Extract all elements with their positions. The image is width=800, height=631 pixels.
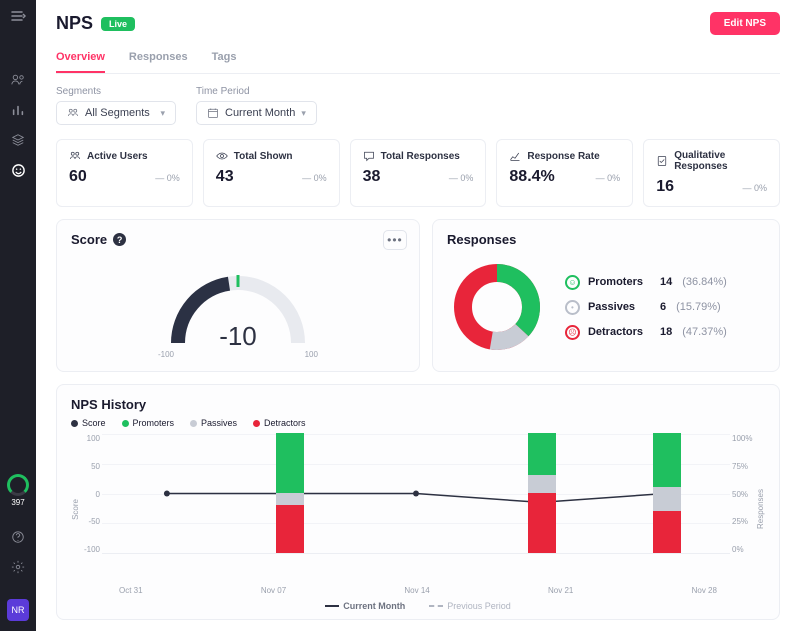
doc-check-icon xyxy=(656,155,668,167)
y-left-label: Score xyxy=(71,499,80,520)
help-icon[interactable] xyxy=(10,529,26,545)
gauge-max: 100 xyxy=(305,350,318,359)
tab-overview[interactable]: Overview xyxy=(56,45,105,73)
kpi-delta: — 0% xyxy=(596,173,621,183)
responses-title: Responses xyxy=(447,232,516,247)
more-options-button[interactable]: ••• xyxy=(383,230,407,250)
chart-icon xyxy=(509,150,521,162)
page-header: NPS Live Edit NPS xyxy=(56,12,780,35)
kpi-active-users: Active Users 60— 0% xyxy=(56,139,193,207)
score-line xyxy=(102,434,730,553)
period-legend: Current Month Previous Period xyxy=(71,601,765,611)
x-tick: Nov 28 xyxy=(692,586,717,595)
chat-icon xyxy=(363,150,375,162)
bar-group xyxy=(528,433,556,553)
neutral-icon: • xyxy=(565,300,580,315)
x-tick: Nov 07 xyxy=(261,586,286,595)
x-tick: Nov 14 xyxy=(404,586,429,595)
kpi-value: 43 xyxy=(216,168,234,186)
kpi-value: 60 xyxy=(69,168,87,186)
kpi-delta: — 0% xyxy=(302,173,327,183)
gauge-min: -100 xyxy=(158,350,174,359)
legend-detractors: ☹ Detractors 18 (47.37%) xyxy=(565,325,727,340)
layers-nav-icon[interactable] xyxy=(10,132,26,148)
score-panel: Score? ••• -10 -100 100 xyxy=(56,219,420,372)
y-right-axis: 100%75%50%25%0% xyxy=(730,434,756,554)
kpi-row: Active Users 60— 0% Total Shown 43— 0% T… xyxy=(56,139,780,207)
kpi-value: 16 xyxy=(656,178,674,196)
kpi-value: 38 xyxy=(363,168,381,186)
eye-icon xyxy=(216,150,228,162)
segments-label: Segments xyxy=(56,86,176,97)
edit-nps-button[interactable]: Edit NPS xyxy=(710,12,780,35)
kpi-total-responses: Total Responses 38— 0% xyxy=(350,139,487,207)
kpi-value: 88.4% xyxy=(509,168,554,186)
legend-passives: • Passives 6 (15.79%) xyxy=(565,300,727,315)
time-period-value: Current Month xyxy=(225,107,295,119)
users-icon xyxy=(69,150,81,162)
kpi-qualitative-responses: Qualitative Responses 16— 0% xyxy=(643,139,780,207)
history-legend: Score Promoters Passives Detractors xyxy=(71,418,765,428)
calendar-icon xyxy=(207,107,219,119)
kpi-delta: — 0% xyxy=(742,183,767,193)
score-title: Score xyxy=(71,232,107,247)
score-value: -10 xyxy=(219,321,257,352)
nps-nav-icon[interactable] xyxy=(10,162,26,178)
time-period-label: Time Period xyxy=(196,86,317,97)
settings-icon[interactable] xyxy=(10,559,26,575)
x-axis-labels: Oct 31 Nov 07 Nov 14 Nov 21 Nov 28 xyxy=(95,584,741,595)
y-right-label: Responses xyxy=(756,489,765,529)
main-content: NPS Live Edit NPS Overview Responses Tag… xyxy=(36,0,800,631)
sidebar: 397 NR xyxy=(0,0,36,631)
x-tick: Nov 21 xyxy=(548,586,573,595)
donut-chart xyxy=(447,257,547,357)
analytics-nav-icon[interactable] xyxy=(10,102,26,118)
tab-responses[interactable]: Responses xyxy=(129,45,188,73)
chevron-down-icon: ▾ xyxy=(301,108,306,119)
smile-icon: ☺ xyxy=(565,275,580,290)
progress-ring[interactable]: 397 xyxy=(7,474,29,507)
user-badge[interactable]: NR xyxy=(7,599,29,621)
kpi-delta: — 0% xyxy=(155,173,180,183)
segment-icon xyxy=(67,107,79,119)
status-badge: Live xyxy=(101,17,135,31)
history-title: NPS History xyxy=(71,397,765,412)
filters-row: Segments All Segments ▾ Time Period Curr… xyxy=(56,86,780,125)
legend-promoters: ☺ Promoters 14 (36.84%) xyxy=(565,275,727,290)
y-left-axis: 100500-50-100 xyxy=(80,434,102,554)
segments-dropdown[interactable]: All Segments ▾ xyxy=(56,101,176,125)
frown-icon: ☹ xyxy=(565,325,580,340)
kpi-total-shown: Total Shown 43— 0% xyxy=(203,139,340,207)
history-panel: NPS History Score Promoters Passives Det… xyxy=(56,384,780,620)
segments-value: All Segments xyxy=(85,107,150,119)
tabs: Overview Responses Tags xyxy=(56,45,780,74)
tab-tags[interactable]: Tags xyxy=(212,45,237,73)
kpi-delta: — 0% xyxy=(449,173,474,183)
bar-group xyxy=(653,433,681,553)
progress-ring-value: 397 xyxy=(7,498,29,507)
help-tooltip-icon[interactable]: ? xyxy=(113,233,126,246)
bar-group xyxy=(276,433,304,553)
responses-panel: Responses ☺ Promoters 14 (36.84%) xyxy=(432,219,780,372)
chevron-down-icon: ▾ xyxy=(160,108,165,119)
x-tick: Oct 31 xyxy=(119,586,143,595)
history-plot xyxy=(102,434,730,554)
users-nav-icon[interactable] xyxy=(10,72,26,88)
time-period-dropdown[interactable]: Current Month ▾ xyxy=(196,101,317,125)
menu-collapse-icon[interactable] xyxy=(10,8,26,24)
page-title: NPS xyxy=(56,13,93,34)
kpi-response-rate: Response Rate 88.4%— 0% xyxy=(496,139,633,207)
